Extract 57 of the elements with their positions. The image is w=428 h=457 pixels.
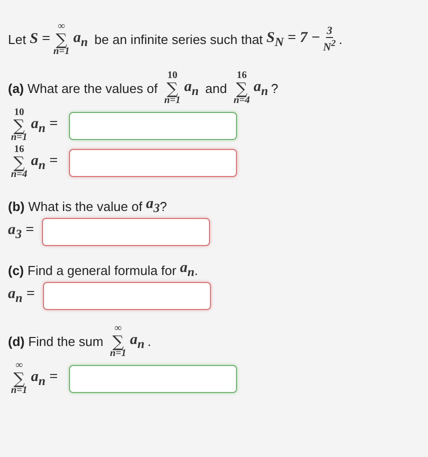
- part-label: (b): [8, 198, 25, 214]
- sum-lower-limit: n=1: [53, 47, 70, 57]
- sum-lower-limit: n=4: [234, 96, 250, 106]
- answer-field[interactable]: [68, 148, 237, 176]
- part-label: (c): [8, 262, 24, 278]
- math-expression: S =: [30, 31, 50, 48]
- question-text: Let: [8, 32, 28, 47]
- question-text: Find the sum: [27, 334, 104, 349]
- sum-lower-limit: n=4: [11, 170, 28, 180]
- math-expression: a$_{n}$ =: [30, 152, 58, 172]
- sum-upper-limit: ∞: [58, 22, 66, 32]
- sigma-symbol: ∑: [112, 334, 124, 349]
- sigma-symbol: ∑: [166, 81, 178, 96]
- fraction-denominator: N$^{2}$: [323, 38, 336, 54]
- math-expression: a$_{n}$: [180, 260, 194, 280]
- question-text: .: [338, 32, 342, 47]
- fraction-numerator: 3: [326, 25, 334, 38]
- question-text: What is the value of: [27, 198, 144, 214]
- question-text: be an infinite series such that: [93, 32, 264, 47]
- answer-field[interactable]: [68, 364, 237, 392]
- math-expression: a$_{3}$ =: [8, 222, 34, 242]
- sum-lower-limit: n=1: [110, 349, 126, 359]
- math-expression: a$_{n}$: [129, 332, 144, 352]
- math-expression: a$_{n}$: [183, 78, 199, 98]
- question-text: What are the values of: [26, 81, 159, 96]
- sigma-symbol: ∑: [13, 118, 25, 133]
- sum-upper-limit: 10: [167, 71, 178, 81]
- question-text: ?: [160, 198, 167, 214]
- question-text: Find a general formula for: [26, 262, 178, 278]
- question-text: .: [194, 262, 198, 278]
- sum-lower-limit: n=1: [11, 386, 28, 396]
- sigma-symbol: ∑: [13, 371, 25, 386]
- sum-upper-limit: 16: [14, 145, 24, 155]
- sigma-symbol: ∑: [56, 32, 68, 47]
- math-expression: a$_{n}$: [252, 78, 268, 98]
- sum-upper-limit: 16: [236, 71, 247, 81]
- math-expression: a$_{n}$ =: [8, 286, 35, 306]
- sum-upper-limit: ∞: [114, 324, 122, 334]
- math-expression: a$_{3}$: [146, 196, 160, 216]
- answer-field[interactable]: [68, 112, 237, 140]
- sum-upper-limit: 10: [14, 108, 24, 118]
- sigma-symbol: ∑: [13, 155, 25, 170]
- math-expression: a$_{n}$ =: [30, 116, 58, 136]
- question-text: ?: [271, 81, 278, 96]
- answer-field[interactable]: [42, 282, 211, 310]
- part-label: (d): [8, 334, 25, 349]
- answer-field[interactable]: [42, 218, 210, 246]
- sigma-symbol: ∑: [236, 81, 248, 96]
- part-label: (a): [8, 81, 24, 96]
- math-expression: a$_{n}$: [72, 30, 88, 50]
- math-expression: a$_{n}$ =: [30, 368, 58, 388]
- sum-lower-limit: n=1: [164, 96, 180, 106]
- sum-lower-limit: n=1: [11, 133, 28, 143]
- math-expression: S$_{N}$ = 7 −: [266, 30, 320, 50]
- question-text: .: [147, 334, 152, 349]
- sum-upper-limit: ∞: [16, 361, 23, 371]
- question-text: and: [204, 81, 228, 96]
